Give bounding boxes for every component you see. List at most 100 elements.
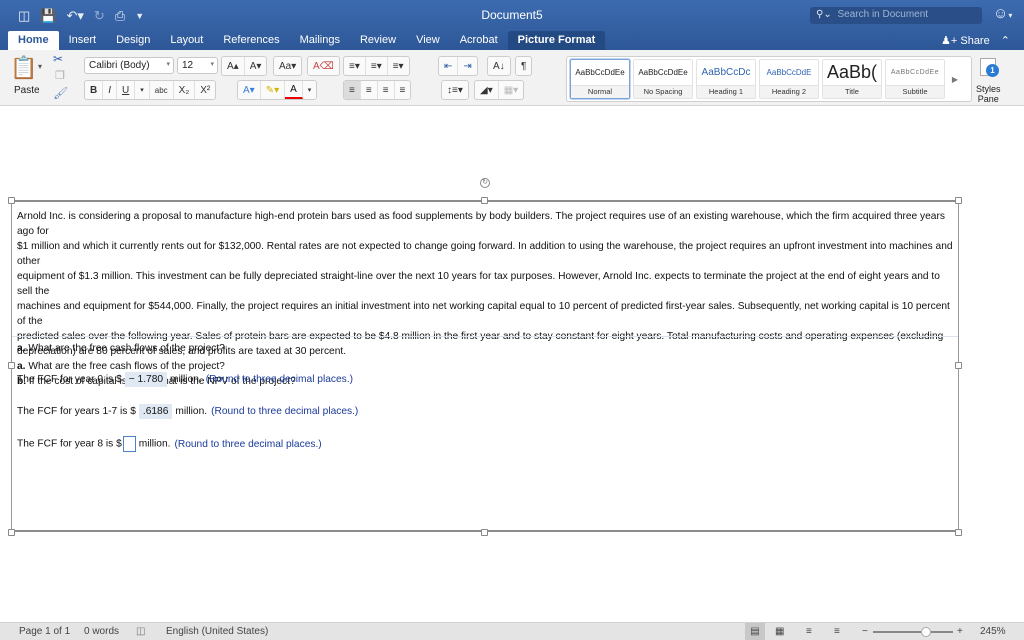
tab-review[interactable]: Review [350,31,406,50]
show-formatting-icon[interactable]: ¶ [516,57,531,75]
align-center-icon[interactable]: ≡ [361,81,378,99]
highlight-icon[interactable]: ✎▾ [261,81,286,99]
tab-references[interactable]: References [213,31,289,50]
paste-icon[interactable]: 📋 [10,55,37,81]
resize-handle[interactable] [955,197,962,204]
answer-input-years-1-7[interactable]: .6186 [138,404,173,419]
shading-icon[interactable]: ◢▾ [475,81,499,99]
paste-button-label[interactable]: Paste [14,85,40,96]
clear-formatting-icon[interactable]: A⌫ [308,57,339,75]
tab-acrobat[interactable]: Acrobat [450,31,508,50]
language-status[interactable]: English (United States) [166,626,268,637]
font-name-value: Calibri (Body) [89,60,150,71]
format-painter-icon[interactable]: 🖌 [53,86,68,100]
page-count[interactable]: Page 1 of 1 [19,626,70,637]
draft-view-icon[interactable]: ≡ [834,626,840,637]
underline-button[interactable]: U [117,81,136,99]
tab-picture-format[interactable]: Picture Format [507,31,606,50]
font-color-dropdown-icon[interactable]: ▾ [303,81,317,99]
tab-view[interactable]: View [406,31,450,50]
problem-line: Arnold Inc. is considering a proposal to… [17,211,945,237]
borders-icon[interactable]: ▦▾ [499,81,523,99]
feedback-smiley-icon[interactable]: ☺▾ [993,5,1012,22]
tab-home[interactable]: Home [8,31,59,50]
tab-mailings[interactable]: Mailings [290,31,350,50]
font-size-select[interactable]: 12 ▾ [177,57,218,74]
styles-pane-label: Pane [977,94,999,104]
grow-font-icon[interactable]: A▴ [222,57,245,75]
font-size-value: 12 [182,60,194,71]
resize-handle[interactable] [481,529,488,536]
answer-input-year-0[interactable]: − 1.780 [124,372,168,387]
resize-handle[interactable] [8,362,15,369]
justify-icon[interactable]: ≡ [395,81,411,99]
style-no-spacing[interactable]: AaBbCcDdEe No Spacing [633,59,693,99]
answer-row-years-1-7: The FCF for years 1-7 is $ .6186 million.(… [17,404,358,419]
tab-layout[interactable]: Layout [160,31,213,50]
outline-view-icon[interactable]: ≡ [806,626,812,637]
decrease-indent-icon[interactable]: ⇤ [439,57,459,75]
tab-design[interactable]: Design [106,31,160,50]
proofing-icon[interactable]: ◫ [136,626,145,637]
paste-dropdown-icon[interactable]: ▾ [38,62,42,71]
rounding-hint: (Round to three decimal places.) [211,406,359,417]
web-layout-view-icon[interactable]: ▦ [775,626,784,637]
underline-dropdown-icon[interactable]: ▾ [135,81,150,99]
increase-indent-icon[interactable]: ⇥ [458,57,476,75]
align-right-icon[interactable]: ≡ [378,81,395,99]
resize-handle[interactable] [8,529,15,536]
styles-next-icon[interactable]: ▶ [948,59,962,99]
tab-insert[interactable]: Insert [59,31,107,50]
change-case-icon[interactable]: Aa▾ [274,57,301,75]
answer-row-year-8: The FCF for year 8 is $ million. (Round to… [17,436,322,452]
zoom-slider-track[interactable] [873,631,953,633]
style-normal[interactable]: AaBbCcDdEe Normal [570,59,630,99]
resize-handle[interactable] [481,197,488,204]
sort-icon[interactable]: A↓ [488,57,510,75]
answer-prefix: The FCF for years 1-7 is $ [17,406,136,417]
zoom-out-button[interactable]: − [862,626,868,637]
section-divider [12,336,958,337]
word-count[interactable]: 0 words [84,626,119,637]
superscript-button[interactable]: X² [195,81,215,99]
strikethrough-button[interactable]: abc [150,81,174,99]
section-a-heading: a. What are the free cash flows of the p… [17,343,225,354]
style-heading-2[interactable]: AaBbCcDdE Heading 2 [759,59,819,99]
style-name: Heading 1 [697,85,755,98]
collapse-ribbon-icon[interactable]: ⌃ [1001,35,1010,47]
zoom-in-button[interactable]: + [957,626,963,637]
bullets-icon[interactable]: ≡▾ [344,57,366,75]
resize-handle[interactable] [955,529,962,536]
multilevel-list-icon[interactable]: ≡▾ [388,57,409,75]
problem-line: $1 million and which it currently rents … [17,241,953,267]
style-title[interactable]: AaBb( Title [822,59,882,99]
styles-pane-button[interactable]: Styles Pane [976,84,1001,104]
rounding-hint: (Round to three decimal places.) [205,374,353,385]
font-color-icon[interactable]: A [285,81,303,99]
numbering-icon[interactable]: ≡▾ [366,57,388,75]
styles-gallery: AaBbCcDdEe Normal AaBbCcDdEe No Spacing … [566,56,972,102]
text-effects-icon[interactable]: A▾ [238,81,261,99]
style-subtitle[interactable]: AaBbCcDdEe Subtitle [885,59,945,99]
font-name-select[interactable]: Calibri (Body) ▾ [84,57,174,74]
print-layout-view-icon[interactable]: ▤ [745,623,765,640]
line-spacing-icon[interactable]: ↕≡▾ [442,81,468,99]
share-button[interactable]: ♟+ Share ⌃ [941,34,1010,47]
style-heading-1[interactable]: AaBbCcDc Heading 1 [696,59,756,99]
rotate-handle-icon[interactable]: ↻ [480,178,490,188]
bold-button[interactable]: B [85,81,104,99]
styles-pane-icon[interactable]: 1 [976,56,1000,78]
italic-button[interactable]: I [103,81,118,99]
zoom-slider-thumb[interactable] [921,627,931,637]
shrink-font-icon[interactable]: A▾ [245,57,267,75]
resize-handle[interactable] [8,197,15,204]
answer-input-year-8[interactable] [122,436,136,452]
subscript-button[interactable]: X₂ [174,81,196,99]
align-left-icon[interactable]: ≡ [344,81,361,99]
copy-icon[interactable]: ❐ [55,69,65,82]
zoom-level[interactable]: 245% [980,626,1006,637]
search-input[interactable]: ⚲⌄ Search in Document [810,7,982,24]
cut-icon[interactable]: ✂ [53,52,63,66]
rounding-hint: (Round to three decimal places.) [174,438,322,450]
title-bar: ◫ 💾 ↶▾ ↻ ⎙ ▼ Document5 ⚲⌄ Search in Docu… [0,0,1024,50]
